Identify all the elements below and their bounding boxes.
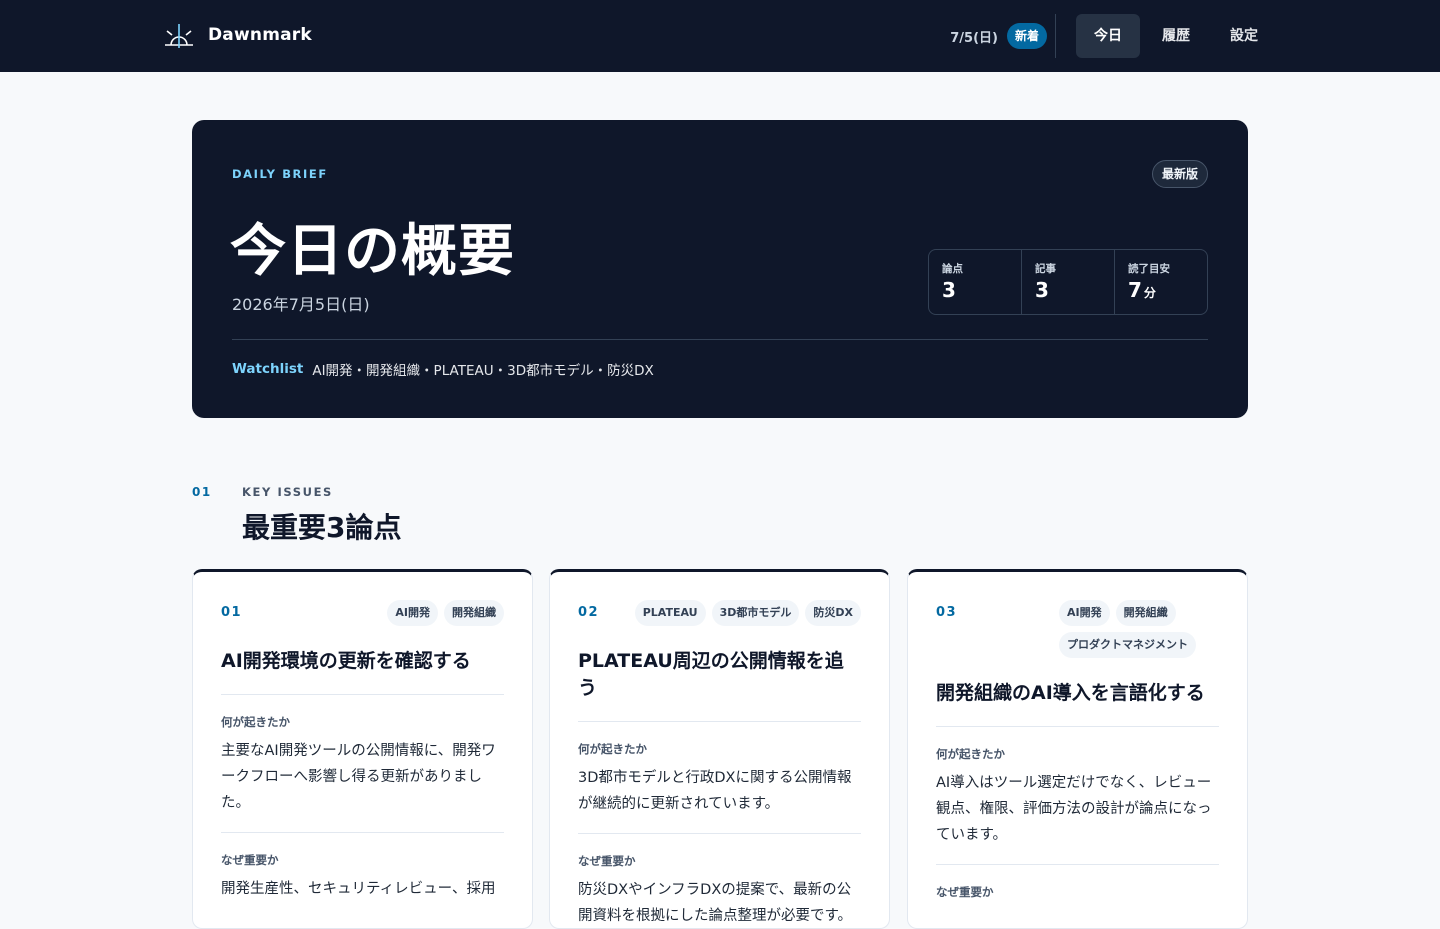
why-label: なぜ重要か: [578, 854, 636, 868]
field-divider: [221, 832, 504, 833]
what-text: 主要なAI開発ツールの公開情報に、開発ワークフローへ影響し得る更新がありました。: [221, 743, 496, 811]
why-label: なぜ重要か: [221, 853, 279, 867]
why-label: なぜ重要か: [936, 885, 994, 899]
daily-brief-hero: DAILY BRIEF 最新版 今日の概要 2026年7月5日(日) 論点 3 …: [192, 120, 1248, 418]
why-text: 防災DXやインフラDXの提案で、最新の公開資料を根拠にした論点整理が必要です。: [578, 882, 853, 924]
page-title: 今日の概要: [230, 218, 515, 284]
hero-divider: [232, 339, 1208, 340]
tag[interactable]: AI開発: [1059, 600, 1110, 626]
sunrise-icon: [164, 22, 194, 48]
hero-date: 2026年7月5日(日): [232, 295, 370, 314]
field-divider: [578, 833, 861, 834]
card-title[interactable]: AI開発環境の更新を確認する: [221, 646, 504, 673]
card-divider: [936, 726, 1219, 727]
latest-badge: 最新版: [1151, 160, 1208, 188]
stat-value: 3: [1035, 278, 1049, 302]
section-title: 最重要3論点: [242, 511, 402, 544]
tag[interactable]: 開発組織: [444, 600, 504, 626]
tag-list: AI開発 開発組織 プロダクトマネジメント: [1059, 600, 1219, 658]
what-label: 何が起きたか: [936, 747, 1005, 761]
brand[interactable]: Dawnmark: [164, 22, 312, 48]
stats-panel: 論点 3 記事 3 読了目安 7分: [928, 249, 1208, 315]
tag[interactable]: 防災DX: [805, 600, 861, 626]
card-divider: [578, 721, 861, 722]
nav-history[interactable]: 履歴: [1144, 14, 1208, 58]
issue-card-1[interactable]: 01 AI開発 開発組織 AI開発環境の更新を確認する 何が起きたか 主要なAI…: [192, 569, 533, 929]
section-number: 01: [192, 485, 212, 499]
what-text: AI導入はツール選定だけでなく、レビュー観点、権限、評価方法の設計が論点になって…: [936, 775, 1212, 843]
header-right: 7/5(日) 新着 今日 履歴 設定: [950, 14, 1276, 58]
stat-reading-time: 読了目安 7分: [1114, 250, 1207, 314]
why-text: 開発生産性、セキュリティレビュー、採用: [221, 881, 496, 897]
field-divider: [936, 864, 1219, 865]
stat-label: 論点: [942, 263, 963, 275]
tag[interactable]: AI開発: [387, 600, 438, 626]
tag[interactable]: 3D都市モデル: [711, 600, 800, 626]
watchlist: Watchlist AI開発・開発組織・PLATEAU・3D都市モデル・防災DX: [232, 359, 654, 379]
nav-settings[interactable]: 設定: [1212, 14, 1276, 58]
app-name: Dawnmark: [208, 25, 312, 45]
tag-list: AI開発 開発組織: [387, 600, 504, 626]
stat-unit: 分: [1143, 286, 1156, 300]
top-bar: Dawnmark 7/5(日) 新着 今日 履歴 設定: [0, 0, 1440, 72]
what-label: 何が起きたか: [578, 742, 647, 756]
tag-list: PLATEAU 3D都市モデル 防災DX: [634, 600, 861, 626]
header-date: 7/5(日): [950, 30, 998, 46]
issue-card-3[interactable]: 03 AI開発 開発組織 プロダクトマネジメント 開発組織のAI導入を言語化する…: [907, 569, 1248, 929]
hero-kicker: DAILY BRIEF: [232, 167, 328, 181]
stat-articles: 記事 3: [1021, 250, 1114, 314]
card-number: 02: [578, 605, 600, 620]
stat-label: 記事: [1035, 263, 1056, 275]
stat-value: 3: [942, 278, 956, 302]
card-title[interactable]: 開発組織のAI導入を言語化する: [936, 678, 1219, 705]
card-number: 03: [936, 605, 958, 620]
new-badge: 新着: [1006, 23, 1047, 49]
what-text: 3D都市モデルと行政DXに関する公開情報が継続的に更新されています。: [578, 770, 852, 812]
tag[interactable]: PLATEAU: [634, 600, 706, 626]
card-divider: [221, 694, 504, 695]
tag[interactable]: プロダクトマネジメント: [1059, 632, 1196, 658]
stat-issues: 論点 3: [929, 250, 1021, 314]
issue-card-2[interactable]: 02 PLATEAU 3D都市モデル 防災DX PLATEAU周辺の公開情報を追…: [549, 569, 890, 929]
card-number: 01: [221, 605, 243, 620]
section-kicker: KEY ISSUES: [242, 485, 333, 499]
card-title[interactable]: PLATEAU周辺の公開情報を追う: [578, 646, 861, 700]
what-label: 何が起きたか: [221, 715, 290, 729]
nav-today[interactable]: 今日: [1076, 14, 1140, 58]
stat-value: 7分: [1128, 278, 1156, 302]
header-divider: [1055, 14, 1056, 58]
watchlist-label: Watchlist: [232, 361, 304, 377]
stat-label: 読了目安: [1128, 263, 1170, 275]
tag[interactable]: 開発組織: [1115, 600, 1176, 626]
watchlist-items: AI開発・開発組織・PLATEAU・3D都市モデル・防災DX: [312, 363, 654, 379]
